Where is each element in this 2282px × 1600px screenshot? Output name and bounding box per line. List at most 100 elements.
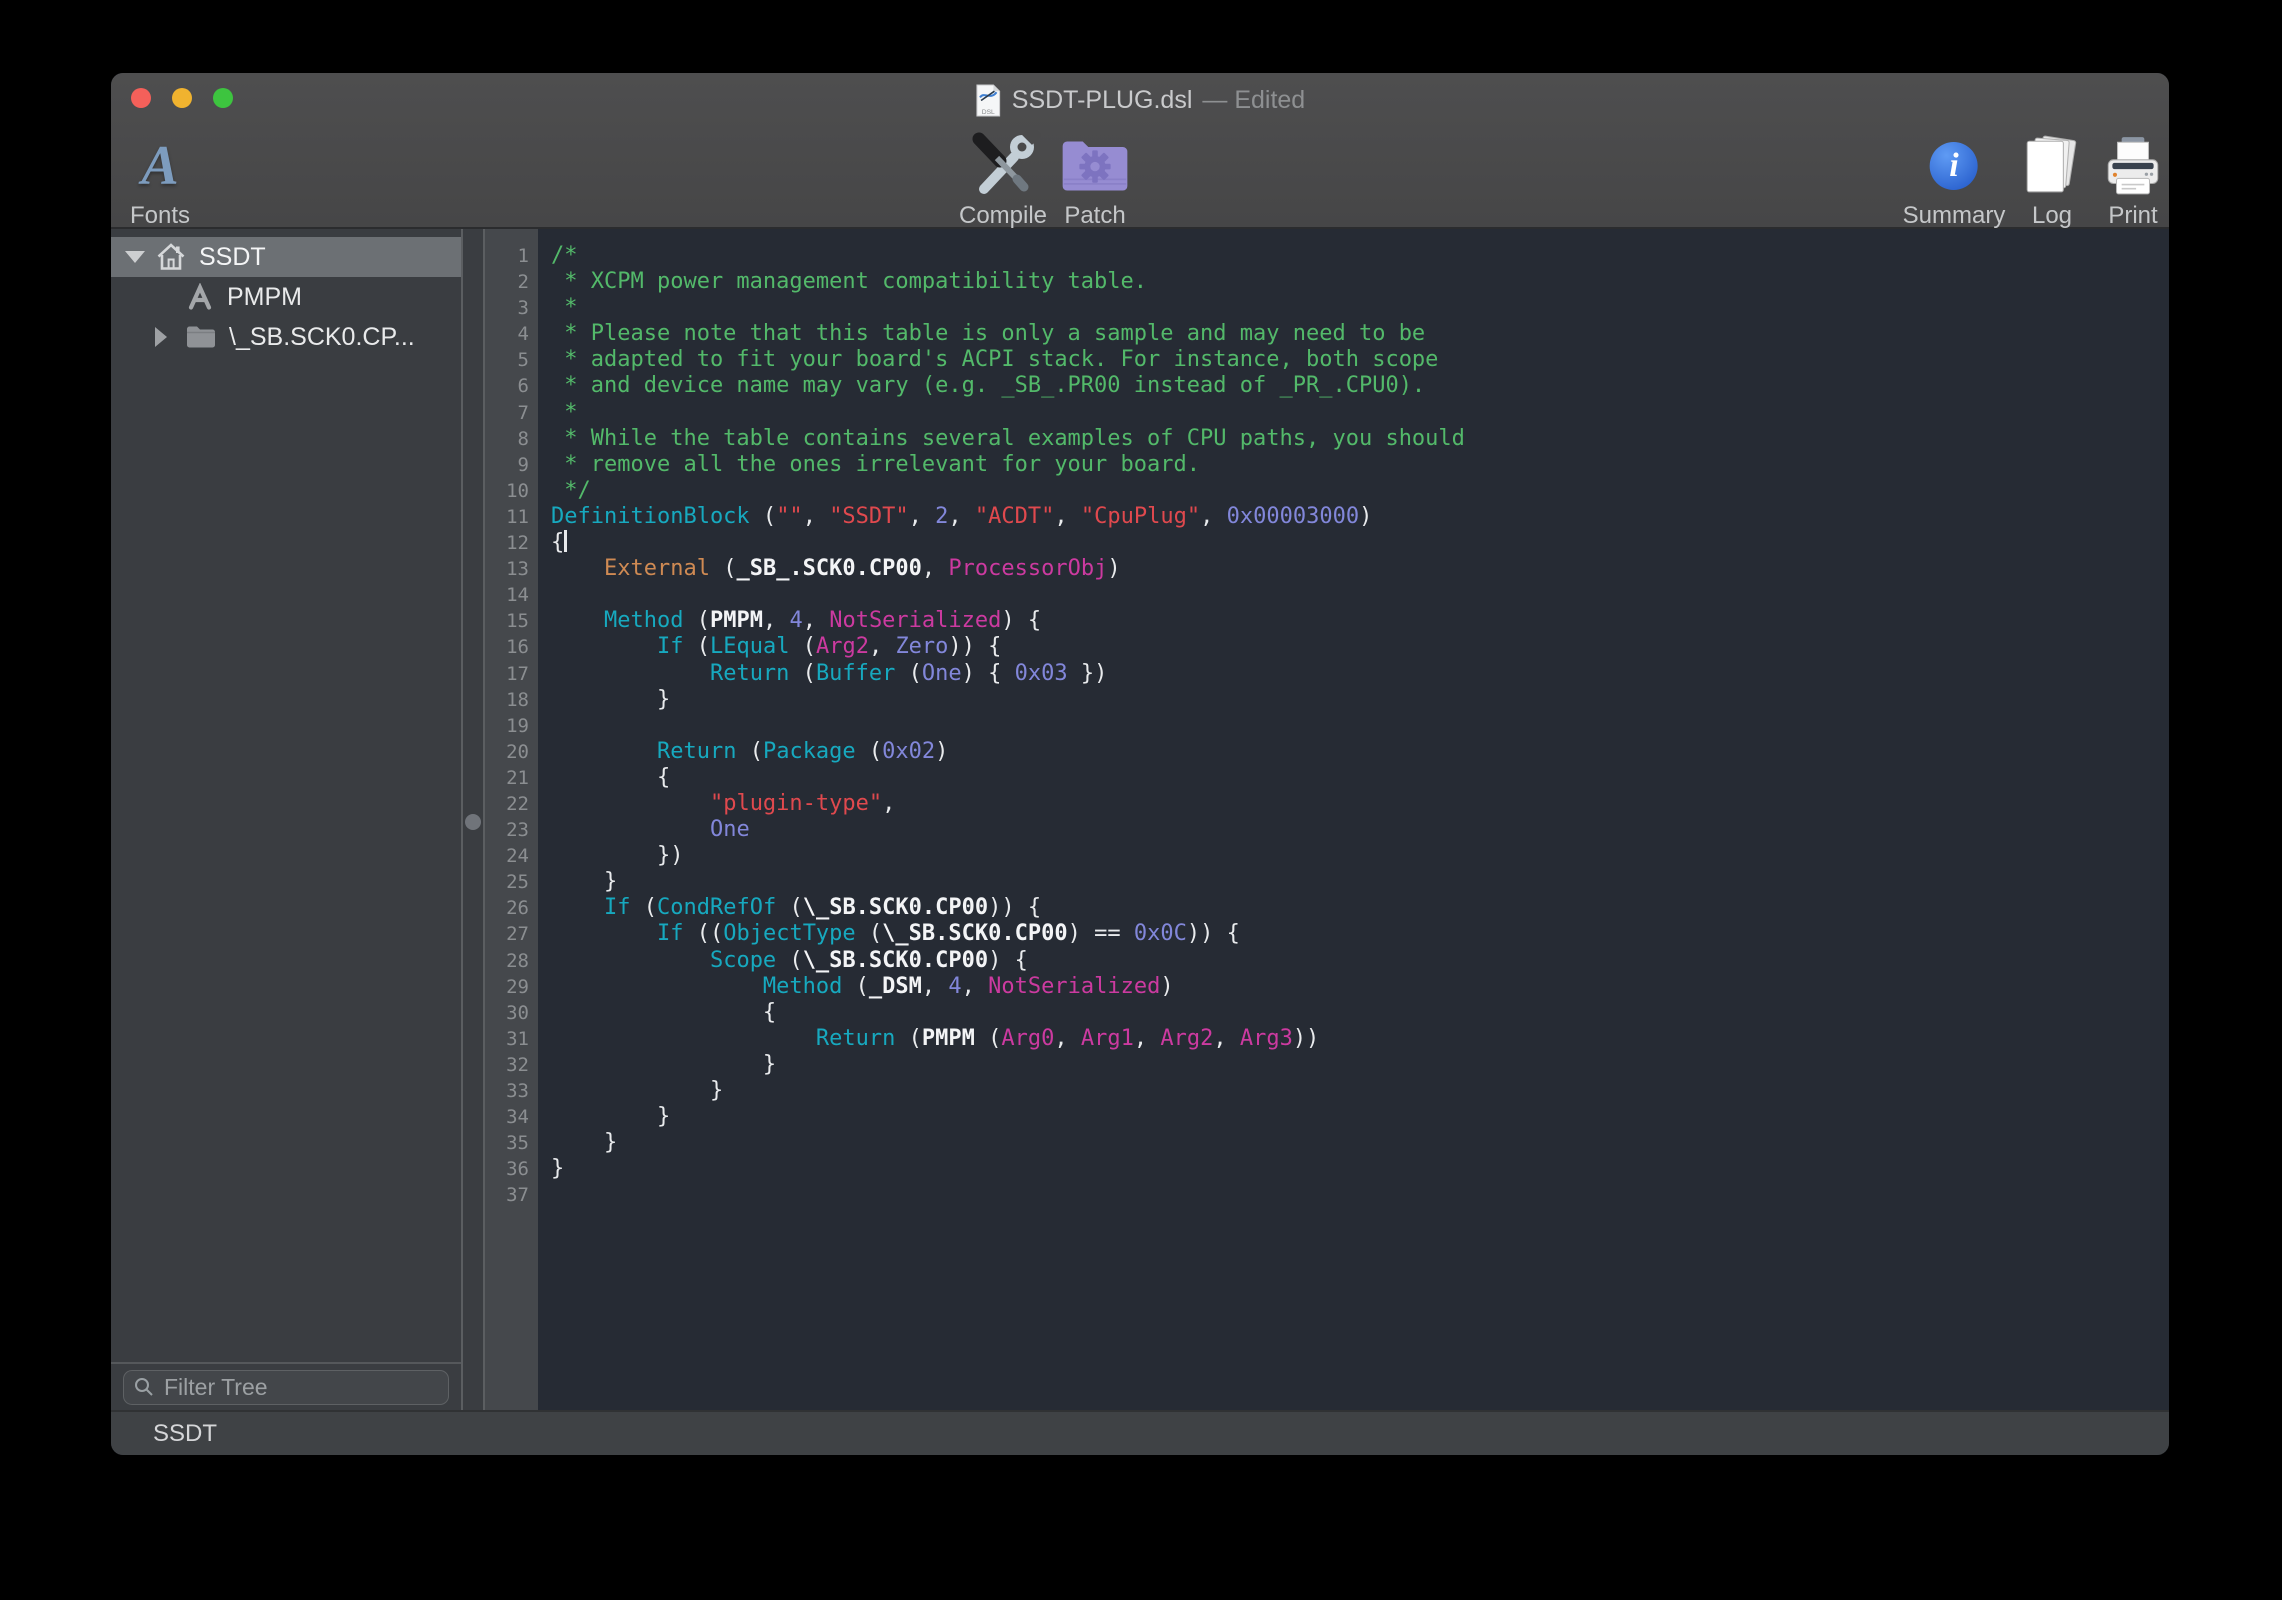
toolbar-patch-button[interactable]: Patch	[1059, 129, 1131, 228]
line-number: 35	[485, 1130, 538, 1156]
code-line[interactable]: * adapted to fit your board's ACPI stack…	[551, 347, 2169, 373]
disclosure-closed-icon[interactable]	[155, 327, 179, 347]
code-line[interactable]: If (CondRefOf (\_SB.SCK0.CP00)) {	[551, 895, 2169, 921]
code-line[interactable]: })	[551, 843, 2169, 869]
tree-item-label: SSDT	[199, 243, 266, 272]
line-number: 30	[485, 1000, 538, 1026]
line-number: 22	[485, 791, 538, 817]
code-line[interactable]: Scope (\_SB.SCK0.CP00) {	[551, 948, 2169, 974]
filter-container	[111, 1362, 461, 1410]
code-line[interactable]: }	[551, 869, 2169, 895]
code-line[interactable]	[551, 582, 2169, 608]
code-line[interactable]: * remove all the ones irrelevant for you…	[551, 452, 2169, 478]
code-line[interactable]: *	[551, 400, 2169, 426]
code-line[interactable]: }	[551, 1078, 2169, 1104]
fonts-icon: A	[141, 138, 178, 194]
code-line[interactable]: Return (PMPM (Arg0, Arg1, Arg2, Arg3))	[551, 1026, 2169, 1052]
toolbar-print-button[interactable]: Print	[2100, 129, 2166, 228]
code-line[interactable]: {	[551, 765, 2169, 791]
toolbar-patch-label: Patch	[1059, 204, 1131, 228]
line-number: 32	[485, 1052, 538, 1078]
tree-item-ssdt[interactable]: SSDT	[111, 237, 461, 277]
window-title-row: DSL SSDT-PLUG.dsl — Edited	[975, 81, 1305, 119]
code-line[interactable]: /*	[551, 243, 2169, 269]
code-line[interactable]: External (_SB_.SCK0.CP00, ProcessorObj)	[551, 556, 2169, 582]
code-line[interactable]: * While the table contains several examp…	[551, 426, 2169, 452]
compile-tools-icon	[965, 130, 1041, 202]
text-caret	[564, 530, 567, 552]
line-number: 12	[485, 530, 538, 556]
line-number: 16	[485, 634, 538, 660]
acpi-tree: SSDT PMPM	[111, 229, 461, 1362]
code-line[interactable]: }	[551, 687, 2169, 713]
code-line[interactable]: }	[551, 1156, 2169, 1182]
toolbar-fonts-button[interactable]: A Fonts	[130, 129, 190, 228]
code-line[interactable]: }	[551, 1130, 2169, 1156]
code-line[interactable]: * Please note that this table is only a …	[551, 321, 2169, 347]
line-number: 29	[485, 974, 538, 1000]
code-line[interactable]: DefinitionBlock ("", "SSDT", 2, "ACDT", …	[551, 504, 2169, 530]
filter-tree-input[interactable]	[123, 1370, 449, 1405]
code-line[interactable]: * XCPM power management compatibility ta…	[551, 269, 2169, 295]
toolbar-log-label: Log	[2023, 204, 2081, 228]
code-editor[interactable]: /* * XCPM power management compatibility…	[538, 229, 2169, 1410]
line-number: 21	[485, 765, 538, 791]
line-number: 11	[485, 504, 538, 530]
dsl-document-icon: DSL	[975, 84, 1002, 117]
house-icon	[155, 242, 187, 272]
split-divider[interactable]	[461, 229, 485, 1410]
disclosure-open-icon[interactable]	[125, 251, 149, 263]
code-line[interactable]: }	[551, 1104, 2169, 1130]
line-number: 27	[485, 921, 538, 947]
line-number: 36	[485, 1156, 538, 1182]
code-line[interactable]: "plugin-type",	[551, 791, 2169, 817]
line-number: 20	[485, 739, 538, 765]
log-documents-icon	[2023, 134, 2081, 198]
code-line[interactable]: Method (PMPM, 4, NotSerialized) {	[551, 608, 2169, 634]
code-line[interactable]: {	[551, 1000, 2169, 1026]
code-line[interactable]	[551, 713, 2169, 739]
toolbar-summary-button[interactable]: i Summary	[1903, 129, 2006, 228]
code-line[interactable]: */	[551, 478, 2169, 504]
line-number: 13	[485, 556, 538, 582]
code-line[interactable]: }	[551, 1052, 2169, 1078]
line-number: 23	[485, 817, 538, 843]
tree-item-sb-sck0[interactable]: \_SB.SCK0.CP...	[111, 317, 461, 357]
code-lines: /* * XCPM power management compatibility…	[551, 243, 2169, 1208]
code-line[interactable]: If (LEqual (Arg2, Zero)) {	[551, 634, 2169, 660]
code-line[interactable]: {	[551, 530, 2169, 556]
status-text: SSDT	[153, 1420, 217, 1448]
toolbar-summary-label: Summary	[1903, 204, 2006, 228]
line-number: 10	[485, 478, 538, 504]
toolbar-compile-button[interactable]: Compile	[959, 129, 1047, 228]
minimize-button[interactable]	[172, 88, 192, 108]
line-number: 3	[485, 295, 538, 321]
code-line[interactable]: One	[551, 817, 2169, 843]
code-line[interactable]: *	[551, 295, 2169, 321]
line-number: 1	[485, 243, 538, 269]
patch-folder-icon	[1059, 137, 1131, 195]
code-line[interactable]: If ((ObjectType (\_SB.SCK0.CP00) == 0x0C…	[551, 921, 2169, 947]
line-number: 37	[485, 1182, 538, 1208]
code-line[interactable]: Return (Buffer (One) { 0x03 })	[551, 661, 2169, 687]
code-line[interactable]: Return (Package (0x02)	[551, 739, 2169, 765]
code-line[interactable]	[551, 1182, 2169, 1208]
tree-item-pmpm[interactable]: PMPM	[111, 277, 461, 317]
line-number: 25	[485, 869, 538, 895]
close-button[interactable]	[131, 88, 151, 108]
line-number: 24	[485, 843, 538, 869]
app-window: DSL SSDT-PLUG.dsl — Edited A Fonts	[111, 73, 2169, 1455]
zoom-button[interactable]	[213, 88, 233, 108]
line-number: 9	[485, 452, 538, 478]
divider-handle-icon[interactable]	[465, 814, 481, 830]
window-title-edited: — Edited	[1202, 86, 1305, 115]
line-number: 6	[485, 373, 538, 399]
code-line[interactable]: * and device name may vary (e.g. _SB_.PR…	[551, 373, 2169, 399]
print-printer-icon	[2100, 135, 2166, 197]
line-numbers: 1234567891011121314151617181920212223242…	[485, 229, 538, 1410]
toolbar-log-button[interactable]: Log	[2023, 129, 2081, 228]
code-line[interactable]: Method (_DSM, 4, NotSerialized)	[551, 974, 2169, 1000]
main-content: SSDT PMPM	[111, 229, 2169, 1410]
window-title: SSDT-PLUG.dsl	[1012, 86, 1193, 115]
toolbar-compile-label: Compile	[959, 204, 1047, 228]
